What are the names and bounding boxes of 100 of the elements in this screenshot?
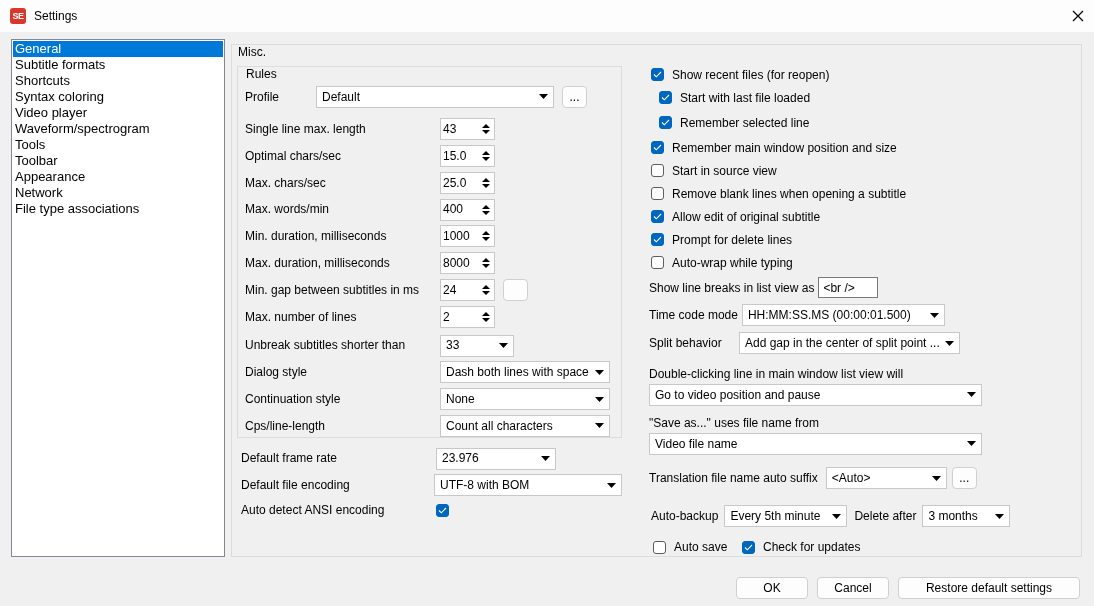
checkbox-label: Auto-wrap while typing (672, 255, 793, 271)
field-label: Default frame rate (241, 451, 339, 466)
caret-icon (595, 369, 604, 375)
spinner-arrows-icon[interactable] (482, 176, 490, 189)
spinner-field[interactable]: 1000 (440, 225, 495, 248)
field-label: Profile (245, 89, 280, 104)
caret-icon (541, 456, 550, 462)
checkbox[interactable] (651, 141, 664, 155)
category-item[interactable]: File type associations (13, 201, 223, 217)
field-label: Dialog style (245, 365, 309, 380)
checkbox-label: Start with last file loaded (680, 90, 811, 106)
spinner-field[interactable]: 8000 (440, 252, 495, 275)
field-label: Unbreak subtitles shorter than (245, 338, 407, 353)
ellipsis-button[interactable]: ... (951, 467, 977, 490)
field-label: Max. number of lines (245, 309, 358, 324)
dropdown[interactable]: HH:MM:SS.MS (00:00:01.500) (741, 304, 945, 327)
close-icon[interactable] (1072, 10, 1084, 22)
field-label: Show line breaks in list view as (649, 280, 815, 296)
dropdown[interactable]: Count all characters (440, 414, 610, 437)
spinner-arrows-icon[interactable] (482, 203, 490, 216)
category-item[interactable]: Appearance (13, 169, 223, 185)
checkbox-label: Prompt for delete lines (672, 232, 793, 248)
category-item[interactable]: Shortcuts (13, 73, 223, 89)
spinner-arrows-icon[interactable] (482, 230, 490, 243)
spinner-arrows-icon[interactable] (482, 283, 490, 296)
dropdown[interactable]: <Auto> (825, 467, 947, 490)
field-label: Cps/line-length (245, 418, 327, 434)
dropdown[interactable]: Dash both lines with space (440, 361, 610, 384)
checkbox[interactable] (651, 256, 664, 270)
dropdown[interactable]: 33 (440, 334, 514, 357)
field-label: Max. duration, milliseconds (245, 255, 391, 271)
field-label: Max. chars/sec (245, 175, 327, 190)
spinner-field[interactable]: 43 (440, 118, 495, 141)
dialog-button[interactable]: OK (736, 577, 808, 599)
checkbox-label: Remember main window position and size (672, 140, 897, 156)
field-label: Continuation style (245, 391, 342, 407)
caret-icon (944, 340, 954, 346)
dropdown[interactable]: Go to video position and pause (649, 383, 982, 406)
checkbox[interactable] (436, 503, 449, 517)
checkbox[interactable] (653, 540, 666, 554)
ellipsis-button[interactable]: ... (562, 85, 587, 108)
checkbox[interactable] (659, 116, 672, 130)
caret-icon (607, 482, 616, 488)
category-item[interactable]: Toolbar (13, 153, 223, 169)
dropdown[interactable]: Video file name (649, 432, 982, 455)
field-label: Time code mode (649, 308, 738, 323)
checkbox-label: Start in source view (672, 163, 777, 179)
dropdown[interactable]: Every 5th minute (724, 505, 848, 528)
checkbox-label: Show recent files (for reopen) (672, 67, 830, 83)
spinner-field[interactable]: 24 (440, 278, 495, 301)
checkbox-label: Check for updates (763, 540, 861, 555)
spinner-arrows-icon[interactable] (482, 149, 490, 162)
spinner-field[interactable]: 400 (440, 198, 495, 221)
spinner-field[interactable]: 15.0 (440, 144, 495, 167)
checkbox-label: Auto save (674, 540, 728, 555)
checkbox[interactable] (651, 210, 664, 224)
caret-icon (539, 94, 548, 100)
spinner-arrows-icon[interactable] (482, 310, 490, 323)
caret-icon (595, 396, 604, 402)
spinner-field[interactable]: 2 (440, 305, 495, 328)
field-label: "Save as..." uses file name from (649, 416, 819, 431)
dialog-button[interactable]: Cancel (817, 577, 889, 599)
dropdown[interactable]: UTF-8 with BOM (434, 474, 622, 497)
field-label: Default file encoding (241, 477, 351, 493)
field-label: Single line max. length (245, 122, 367, 137)
dropdown[interactable]: 23.976 (436, 447, 556, 470)
category-item[interactable]: Video player (13, 105, 223, 121)
checkbox-label: Remember selected line (680, 115, 810, 131)
checkbox[interactable] (659, 91, 672, 105)
caret-icon (832, 513, 842, 519)
dropdown[interactable]: 3 months (922, 505, 1011, 528)
caret-icon (499, 343, 508, 349)
caret-icon (967, 441, 976, 447)
caret-icon (995, 513, 1005, 519)
window-title: Settings (34, 8, 78, 24)
spinner-arrows-icon[interactable] (482, 257, 490, 270)
field-label: Auto detect ANSI encoding (241, 503, 386, 518)
category-item[interactable]: Network (13, 185, 223, 201)
checkbox[interactable] (742, 540, 755, 554)
field-label: Translation file name auto suffix (649, 471, 818, 486)
checkbox-label: Allow edit of original subtitle (672, 209, 821, 225)
text-field[interactable]: <br /> (818, 277, 879, 299)
category-item[interactable]: Syntax coloring (13, 89, 223, 105)
checkbox[interactable] (651, 68, 664, 82)
caret-icon (595, 423, 604, 429)
dropdown[interactable]: Add gap in the center of split point ... (739, 332, 960, 355)
checkbox[interactable] (651, 187, 664, 201)
checkbox[interactable] (651, 233, 664, 247)
field-label: Delete after (854, 509, 917, 524)
category-item[interactable]: Subtitle formats (13, 57, 223, 73)
app-logo: SE (10, 8, 26, 24)
category-item[interactable]: Waveform/spectrogram (13, 121, 223, 137)
dialog-button[interactable]: Restore default settings (898, 577, 1080, 599)
spinner-field[interactable]: 25.0 (440, 171, 495, 194)
dropdown[interactable]: None (440, 388, 610, 411)
category-item[interactable]: General (13, 41, 223, 57)
category-item[interactable]: Tools (13, 137, 223, 153)
checkbox[interactable] (651, 164, 664, 178)
spinner-arrows-icon[interactable] (482, 123, 490, 136)
dropdown[interactable]: Default (316, 85, 554, 108)
